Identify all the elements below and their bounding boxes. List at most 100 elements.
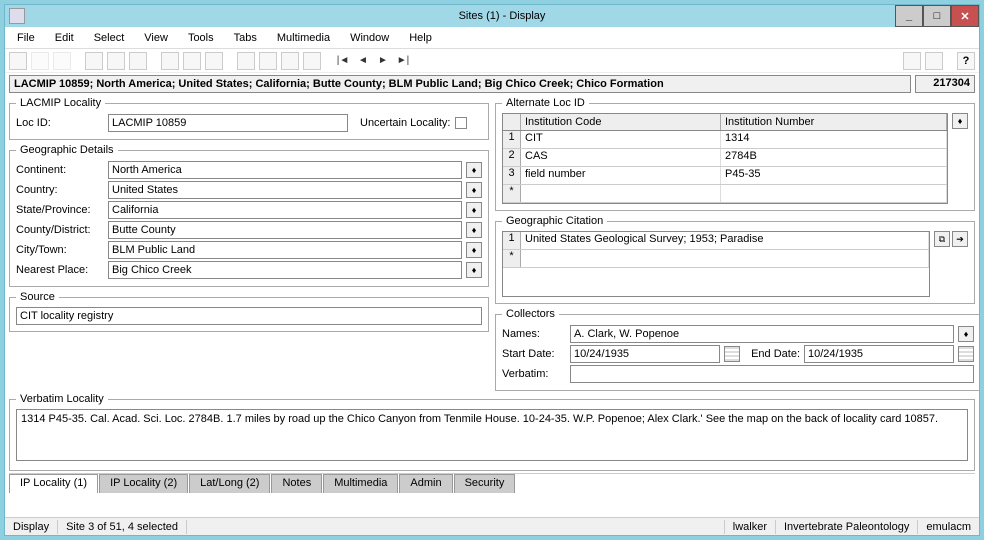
refresh-icon[interactable] <box>85 52 103 70</box>
tab-multimedia[interactable]: Multimedia <box>323 474 398 493</box>
table-new-row[interactable] <box>503 250 929 268</box>
menu-tools[interactable]: Tools <box>180 30 222 46</box>
county-picker-icon[interactable]: ♦ <box>466 222 482 238</box>
close-button[interactable]: ✕ <box>951 5 979 27</box>
verbatim-date-label: Verbatim: <box>502 368 566 380</box>
loc-id-input[interactable] <box>108 114 348 132</box>
loc-id-label: Loc ID: <box>16 117 104 129</box>
record-id: 217304 <box>915 75 975 93</box>
county-input[interactable] <box>108 221 462 239</box>
alt-col-num[interactable]: Institution Number <box>721 114 947 130</box>
state-picker-icon[interactable]: ♦ <box>466 202 482 218</box>
new-icon[interactable] <box>9 52 27 70</box>
status-server: emulacm <box>917 520 979 534</box>
report-icon[interactable] <box>303 52 321 70</box>
minimize-button[interactable]: _ <box>895 5 923 27</box>
menu-edit[interactable]: Edit <box>47 30 82 46</box>
continent-input[interactable] <box>108 161 462 179</box>
start-calendar-icon[interactable] <box>724 346 740 362</box>
toolbar: |◄ ◄ ► ►| ? <box>5 49 979 73</box>
geo-legend: Geographic Details <box>16 144 118 156</box>
app-icon <box>9 8 25 24</box>
ditto-icon[interactable] <box>107 52 125 70</box>
nav-first-icon[interactable]: |◄ <box>335 53 351 69</box>
menu-view[interactable]: View <box>136 30 176 46</box>
status-position: Site 3 of 51, 4 selected <box>58 520 187 534</box>
source-legend: Source <box>16 291 59 303</box>
tab-ip-locality-1[interactable]: IP Locality (1) <box>9 474 98 493</box>
country-input[interactable] <box>108 181 462 199</box>
table-row[interactable]: 1 CIT 1314 <box>503 131 947 149</box>
tab-admin[interactable]: Admin <box>399 474 452 493</box>
tab-ip-locality-2[interactable]: IP Locality (2) <box>99 474 188 493</box>
city-input[interactable] <box>108 241 462 259</box>
end-date-input[interactable] <box>804 345 954 363</box>
source-group: Source <box>9 291 489 332</box>
table-row[interactable]: 1 United States Geological Survey; 1953;… <box>503 232 929 250</box>
collectors-legend: Collectors <box>502 308 559 320</box>
breadcrumb: LACMIP 10859; North America; United Stat… <box>9 75 911 93</box>
continent-picker-icon[interactable]: ♦ <box>466 162 482 178</box>
verbatim-legend: Verbatim Locality <box>16 393 108 405</box>
state-input[interactable] <box>108 201 462 219</box>
edit-icon[interactable] <box>183 52 201 70</box>
nav-prev-icon[interactable]: ◄ <box>355 53 371 69</box>
tab-latlong[interactable]: Lat/Long (2) <box>189 474 270 493</box>
save-icon[interactable] <box>31 52 49 70</box>
county-label: County/District: <box>16 224 104 236</box>
end-calendar-icon[interactable] <box>958 346 974 362</box>
status-module: Invertebrate Paleontology <box>775 520 917 534</box>
names-label: Names: <box>502 328 566 340</box>
menu-bar: File Edit Select View Tools Tabs Multime… <box>5 27 979 49</box>
geographic-citation-group: Geographic Citation 1 United States Geol… <box>495 215 975 304</box>
grid-icon[interactable] <box>259 52 277 70</box>
menu-help[interactable]: Help <box>401 30 440 46</box>
status-mode: Display <box>5 520 58 534</box>
menu-multimedia[interactable]: Multimedia <box>269 30 338 46</box>
verbatim-date-input[interactable] <box>570 365 974 383</box>
export-icon[interactable] <box>903 52 921 70</box>
contact-sheet-icon[interactable] <box>281 52 299 70</box>
lacmip-locality-group: LACMIP Locality Loc ID: Uncertain Locali… <box>9 97 489 140</box>
table-row[interactable]: 2 CAS 2784B <box>503 149 947 167</box>
nav-next-icon[interactable]: ► <box>375 53 391 69</box>
state-label: State/Province: <box>16 204 104 216</box>
alternate-loc-id-group: Alternate Loc ID Institution Code Instit… <box>495 97 975 211</box>
start-date-input[interactable] <box>570 345 720 363</box>
country-picker-icon[interactable]: ♦ <box>466 182 482 198</box>
start-date-label: Start Date: <box>502 348 566 360</box>
names-input[interactable] <box>570 325 954 343</box>
status-user: lwalker <box>724 520 775 534</box>
attach-icon[interactable] <box>925 52 943 70</box>
menu-window[interactable]: Window <box>342 30 397 46</box>
citation-open-icon[interactable]: ➔ <box>952 231 968 247</box>
nav-last-icon[interactable]: ►| <box>395 53 411 69</box>
table-row[interactable]: 3 field number P45-35 <box>503 167 947 185</box>
breadcrumb-row: LACMIP 10859; North America; United Stat… <box>5 73 979 95</box>
alt-col-code[interactable]: Institution Code <box>521 114 721 130</box>
tab-security[interactable]: Security <box>454 474 516 493</box>
context-help-icon[interactable]: ? <box>957 52 975 70</box>
nearest-picker-icon[interactable]: ♦ <box>466 262 482 278</box>
table-new-row[interactable] <box>503 185 947 203</box>
title-bar: Sites (1) - Display _ □ ✕ <box>5 5 979 27</box>
maximize-button[interactable]: □ <box>923 5 951 27</box>
app-window: Sites (1) - Display _ □ ✕ File Edit Sele… <box>4 4 980 536</box>
copy-icon[interactable] <box>129 52 147 70</box>
verbatim-locality-input[interactable] <box>16 409 968 461</box>
alt-picker-icon[interactable]: ♦ <box>952 113 968 129</box>
nearest-input[interactable] <box>108 261 462 279</box>
uncertain-locality-checkbox[interactable] <box>455 117 467 129</box>
page-icon[interactable] <box>237 52 255 70</box>
spellcheck-icon[interactable] <box>205 52 223 70</box>
cancel-icon[interactable] <box>53 52 71 70</box>
citation-link-icon[interactable]: ⧉ <box>934 231 950 247</box>
menu-select[interactable]: Select <box>86 30 133 46</box>
menu-file[interactable]: File <box>9 30 43 46</box>
source-input[interactable] <box>16 307 482 325</box>
city-picker-icon[interactable]: ♦ <box>466 242 482 258</box>
names-picker-icon[interactable]: ♦ <box>958 326 974 342</box>
sort-icon[interactable] <box>161 52 179 70</box>
tab-notes[interactable]: Notes <box>271 474 322 493</box>
menu-tabs[interactable]: Tabs <box>226 30 265 46</box>
